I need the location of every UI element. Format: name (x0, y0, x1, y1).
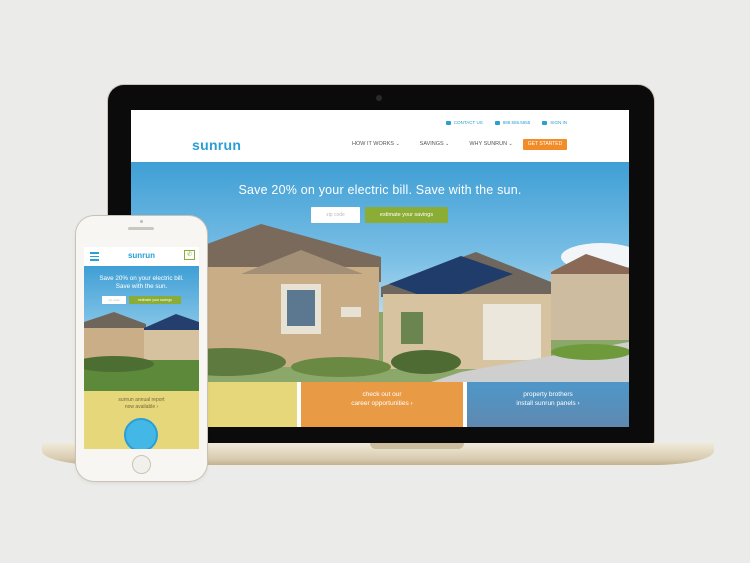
mobile-hero-headline: Save 20% on your electric bill. Save wit… (84, 275, 199, 291)
mobile-hero: Save 20% on your electric bill. Save wit… (84, 266, 199, 391)
nav-savings[interactable]: SAVINGS (420, 141, 450, 147)
get-started-button[interactable]: GET STARTED (523, 139, 567, 150)
phone-screen: sunrun ✆ Save 20% on your electric bill.… (84, 247, 199, 449)
utility-bar: CONTACT US 888.555.5555 SIGN IN (445, 120, 567, 125)
promo-tile-careers[interactable]: check out our career opportunities › (301, 382, 463, 427)
promo-tile-line1: check out our (362, 391, 402, 398)
signin-link[interactable]: SIGN IN (542, 120, 567, 125)
mobile-annual-report-tile[interactable]: sunrun annual report now available › (84, 391, 199, 449)
mobile-tile-line2: now available › (124, 403, 159, 410)
mobile-zip-input[interactable]: zip code (102, 296, 126, 304)
mobile-logo[interactable]: sunrun (84, 251, 199, 260)
zip-code-input[interactable]: zip code (311, 207, 360, 223)
laptop-notch (370, 443, 464, 449)
laptop-camera (376, 95, 382, 101)
phone-link[interactable]: 888.555.5555 (494, 120, 531, 125)
mobile-hero-line2: Save with the sun. (115, 283, 168, 290)
promo-tile-line2: install sunrun panels › (516, 400, 580, 407)
user-icon (542, 120, 548, 125)
phone-camera (140, 220, 143, 223)
promo-tile-line2: career opportunities › (351, 400, 413, 407)
promo-tile-property-brothers[interactable]: property brothers install sunrun panels … (467, 382, 629, 427)
mobile-estimate-button[interactable]: estimate your savings (129, 296, 181, 304)
main-nav: HOW IT WORKS SAVINGS WHY SUNRUN (352, 141, 513, 147)
mobile-hero-line1: Save 20% on your electric bill. (99, 275, 184, 282)
phone-device: sunrun ✆ Save 20% on your electric bill.… (76, 216, 207, 481)
contact-link[interactable]: CONTACT US (445, 120, 483, 125)
contact-label: CONTACT US (453, 120, 483, 125)
signin-label: SIGN IN (550, 120, 567, 125)
phone-icon (494, 120, 500, 125)
nav-how-it-works[interactable]: HOW IT WORKS (352, 141, 400, 147)
promo-tile-line1: property brothers (523, 391, 573, 398)
mail-icon (445, 120, 451, 125)
phone-label: 888.555.5555 (502, 120, 531, 125)
estimate-savings-button[interactable]: estimate your savings (365, 207, 448, 223)
phone-home-button (132, 455, 151, 474)
call-icon[interactable]: ✆ (184, 250, 195, 260)
annual-report-badge-icon (124, 418, 158, 449)
nav-why-sunrun[interactable]: WHY SUNRUN (469, 141, 512, 147)
hero-headline: Save 20% on your electric bill. Save wit… (238, 183, 522, 197)
phone-speaker (128, 227, 154, 230)
site-logo[interactable]: sunrun (192, 137, 241, 153)
